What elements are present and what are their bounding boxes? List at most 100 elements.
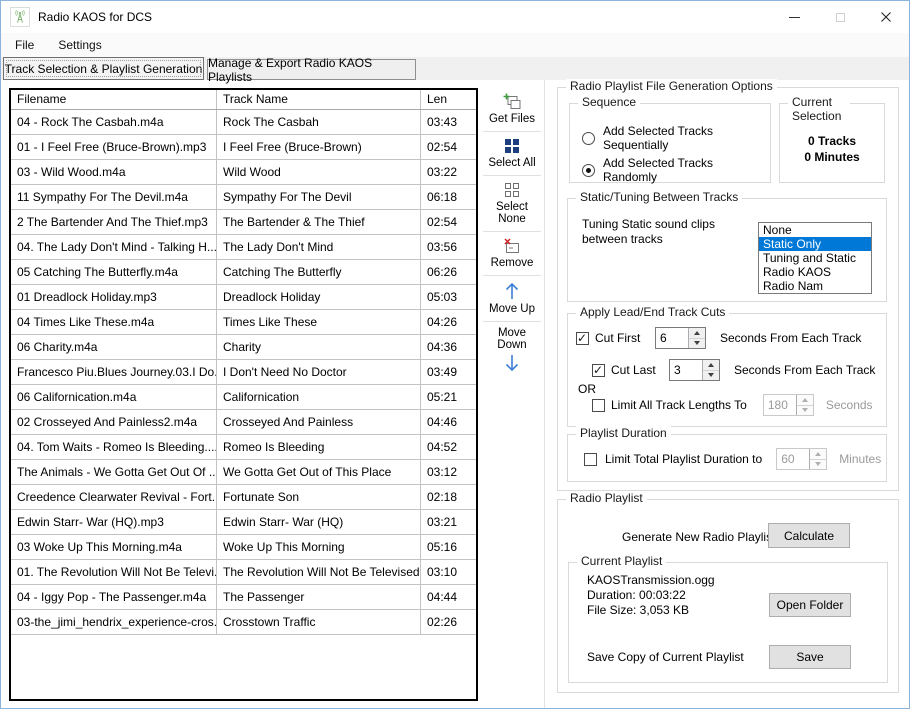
- table-row[interactable]: 03 - Wild Wood.m4aWild Wood03:22: [11, 160, 476, 185]
- static-tuning-title: Static/Tuning Between Tracks: [576, 190, 742, 204]
- table-header: Filename Track Name Len: [11, 90, 476, 110]
- listbox-option[interactable]: Tuning and Static: [759, 251, 871, 265]
- table-cell: Catching The Butterfly: [217, 260, 421, 284]
- table-cell: 02:26: [421, 610, 476, 634]
- limit-length-checkbox[interactable]: [592, 399, 605, 412]
- spin-up-button[interactable]: [689, 328, 705, 339]
- maximize-button[interactable]: [817, 1, 863, 33]
- selected-minutes-count: 0 Minutes: [780, 150, 884, 164]
- column-header-filename[interactable]: Filename: [11, 90, 217, 109]
- track-toolbar: Get Files Select All Select None Remove …: [483, 88, 541, 379]
- limit-length-spinner: 180: [763, 394, 814, 416]
- table-cell: Crosseyed And Painless: [217, 410, 421, 434]
- open-folder-button[interactable]: Open Folder: [769, 593, 851, 617]
- move-up-button[interactable]: Move Up: [483, 276, 541, 322]
- tab-track-selection[interactable]: Track Selection & Playlist Generation: [3, 57, 204, 80]
- menu-settings[interactable]: Settings: [48, 34, 111, 56]
- table-cell: Dreadlock Holiday: [217, 285, 421, 309]
- tab-manage-export[interactable]: Manage & Export Radio KAOS Playlists: [207, 59, 416, 80]
- radio-icon[interactable]: [582, 132, 595, 145]
- close-button[interactable]: [863, 1, 909, 33]
- table-cell: 11 Sympathy For The Devil.m4a: [11, 185, 217, 209]
- cut-last-spinner[interactable]: 3: [669, 359, 720, 381]
- table-cell: Creedence Clearwater Revival - Fort...: [11, 485, 217, 509]
- cut-last-label: Cut Last: [611, 363, 663, 377]
- static-tuning-listbox[interactable]: NoneStatic OnlyTuning and StaticRadio KA…: [758, 222, 872, 294]
- table-cell: 03:56: [421, 235, 476, 259]
- radio-tower-icon: [10, 7, 30, 27]
- table-row[interactable]: 02 Crosseyed And Painless2.m4aCrosseyed …: [11, 410, 476, 435]
- save-button[interactable]: Save: [769, 645, 851, 669]
- table-cell: The Lady Don't Mind: [217, 235, 421, 259]
- add-files-icon: [503, 93, 521, 111]
- table-cell: Edwin Starr- War (HQ).mp3: [11, 510, 217, 534]
- current-selection-groupbox: Current Selection 0 Tracks 0 Minutes: [779, 103, 885, 183]
- table-row[interactable]: 11 Sympathy For The Devil.m4aSympathy Fo…: [11, 185, 476, 210]
- table-cell: 06 Charity.m4a: [11, 335, 217, 359]
- limit-duration-label: Limit Total Playlist Duration to: [605, 452, 762, 466]
- minimize-icon: [789, 17, 800, 18]
- listbox-option[interactable]: Radio KAOS: [759, 265, 871, 279]
- radio-sequential[interactable]: Add Selected Tracks Sequentially: [582, 124, 770, 152]
- radio-random[interactable]: Add Selected Tracks Randomly: [582, 156, 770, 184]
- table-row[interactable]: 04 Times Like These.m4aTimes Like These0…: [11, 310, 476, 335]
- get-files-button[interactable]: Get Files: [483, 88, 541, 132]
- listbox-option[interactable]: Radio Nam: [759, 279, 871, 293]
- sequence-groupbox: Sequence Add Selected Tracks Sequentiall…: [569, 103, 771, 183]
- table-cell: 02:54: [421, 210, 476, 234]
- table-row[interactable]: 01. The Revolution Will Not Be Televi...…: [11, 560, 476, 585]
- table-cell: 03:12: [421, 460, 476, 484]
- select-none-button[interactable]: Select None: [483, 176, 541, 232]
- app-window: Radio KAOS for DCS File Settings Track S…: [0, 0, 910, 709]
- remove-button[interactable]: Remove: [483, 232, 541, 276]
- options-group-title: Radio Playlist File Generation Options: [566, 79, 777, 93]
- table-cell: 06:26: [421, 260, 476, 284]
- table-row[interactable]: 04. Tom Waits - Romeo Is Bleeding....Rom…: [11, 435, 476, 460]
- table-row[interactable]: 04. The Lady Don't Mind - Talking H...Th…: [11, 235, 476, 260]
- table-cell: 01 - I Feel Free (Bruce-Brown).mp3: [11, 135, 217, 159]
- listbox-option[interactable]: Static Only: [759, 237, 871, 251]
- table-cell: The Bartender & The Thief: [217, 210, 421, 234]
- move-down-button[interactable]: Move Down: [483, 322, 541, 379]
- table-row[interactable]: 03-the_jimi_hendrix_experience-cros...Cr…: [11, 610, 476, 635]
- table-cell: 03:10: [421, 560, 476, 584]
- spin-up-button[interactable]: [703, 360, 719, 371]
- table-row[interactable]: 05 Catching The Butterfly.m4aCatching Th…: [11, 260, 476, 285]
- spin-down-button[interactable]: [703, 371, 719, 381]
- table-row[interactable]: 2 The Bartender And The Thief.mp3The Bar…: [11, 210, 476, 235]
- table-row[interactable]: The Animals - We Gotta Get Out Of ...We …: [11, 460, 476, 485]
- table-row[interactable]: Francesco Piu.Blues Journey.03.I Do...I …: [11, 360, 476, 385]
- table-row[interactable]: 06 Charity.m4aCharity04:36: [11, 335, 476, 360]
- table-cell: The Animals - We Gotta Get Out Of ...: [11, 460, 217, 484]
- table-cell: 02:18: [421, 485, 476, 509]
- table-row[interactable]: Edwin Starr- War (HQ).mp3Edwin Starr- Wa…: [11, 510, 476, 535]
- cut-last-checkbox[interactable]: [592, 364, 605, 377]
- table-row[interactable]: 06 Californication.m4aCalifornication05:…: [11, 385, 476, 410]
- table-row[interactable]: 04 - Iggy Pop - The Passenger.m4aThe Pas…: [11, 585, 476, 610]
- table-row[interactable]: 04 - Rock The Casbah.m4aRock The Casbah0…: [11, 110, 476, 135]
- spin-down-button[interactable]: [689, 339, 705, 349]
- listbox-option[interactable]: None: [759, 223, 871, 237]
- select-all-button[interactable]: Select All: [483, 132, 541, 176]
- column-header-len[interactable]: Len: [421, 90, 476, 109]
- table-row[interactable]: 01 Dreadlock Holiday.mp3Dreadlock Holida…: [11, 285, 476, 310]
- limit-length-label: Limit All Track Lengths To: [611, 398, 747, 412]
- table-cell: 04:36: [421, 335, 476, 359]
- minimize-button[interactable]: [771, 1, 817, 33]
- table-cell: Crosstown Traffic: [217, 610, 421, 634]
- cut-first-checkbox[interactable]: [576, 332, 589, 345]
- radio-icon[interactable]: [582, 164, 595, 177]
- panel-divider: [544, 80, 545, 708]
- menu-file[interactable]: File: [5, 34, 44, 56]
- table-cell: I Don't Need No Doctor: [217, 360, 421, 384]
- table-cell: 03-the_jimi_hendrix_experience-cros...: [11, 610, 217, 634]
- table-row[interactable]: 03 Woke Up This Morning.m4aWoke Up This …: [11, 535, 476, 560]
- table-cell: 03:43: [421, 110, 476, 134]
- table-row[interactable]: Creedence Clearwater Revival - Fort...Fo…: [11, 485, 476, 510]
- limit-duration-checkbox[interactable]: [584, 453, 597, 466]
- column-header-trackname[interactable]: Track Name: [217, 90, 421, 109]
- calculate-button[interactable]: Calculate: [768, 523, 850, 548]
- cut-first-spinner[interactable]: 6: [655, 327, 706, 349]
- table-row[interactable]: 01 - I Feel Free (Bruce-Brown).mp3I Feel…: [11, 135, 476, 160]
- playlist-filename: KAOSTransmission.ogg: [587, 573, 715, 588]
